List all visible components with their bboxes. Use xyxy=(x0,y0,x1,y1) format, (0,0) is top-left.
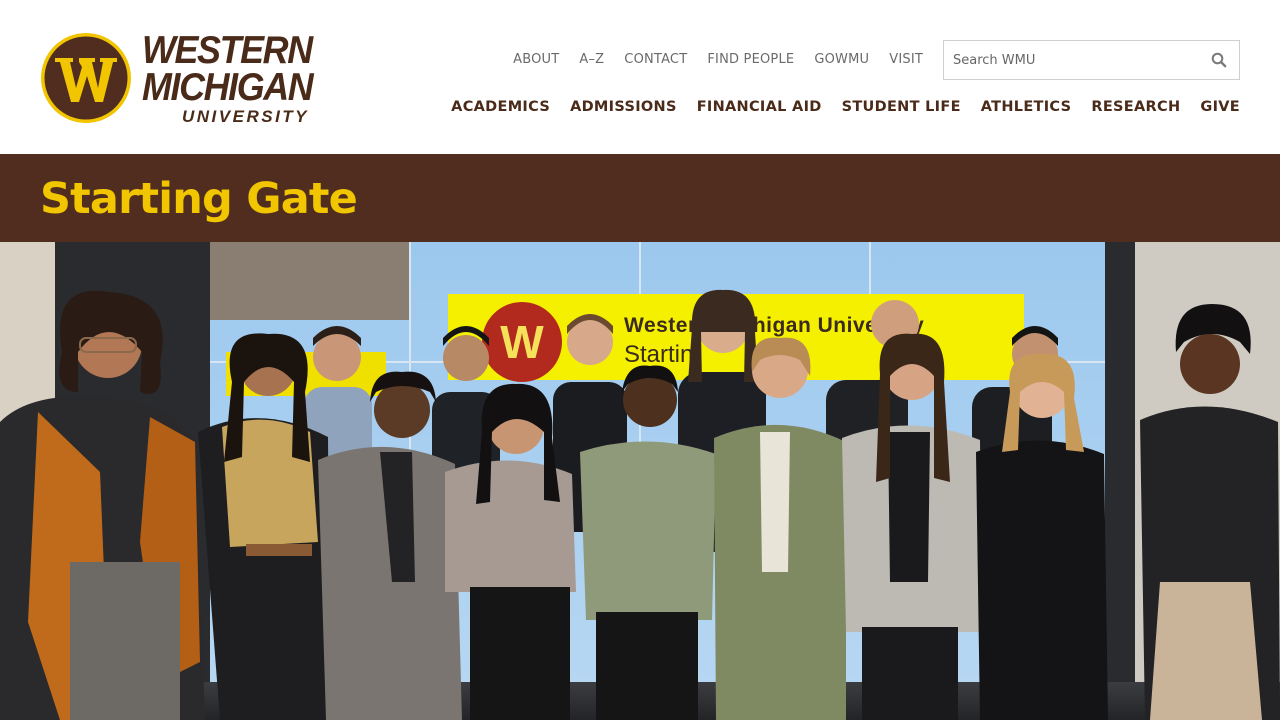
main-nav-research[interactable]: RESEARCH xyxy=(1091,98,1180,116)
screen-seal-letter: W xyxy=(500,316,544,368)
main-nav: ACADEMICS ADMISSIONS FINANCIAL AID STUDE… xyxy=(431,98,1240,116)
main-nav-financial-aid[interactable]: FINANCIAL AID xyxy=(697,98,822,116)
main-nav-student-life[interactable]: STUDENT LIFE xyxy=(842,98,961,116)
search-input[interactable] xyxy=(944,41,1199,79)
utility-link-a-z[interactable]: A–Z xyxy=(579,52,604,68)
utility-link-contact[interactable]: CONTACT xyxy=(624,52,687,68)
main-nav-admissions[interactable]: ADMISSIONS xyxy=(570,98,677,116)
main-nav-athletics[interactable]: ATHLETICS xyxy=(981,98,1072,116)
site-header: Western Michigan University ABOUT A–Z CO… xyxy=(0,0,1280,154)
wmu-logo-link[interactable]: Western Michigan University xyxy=(40,30,332,126)
main-nav-give[interactable]: GIVE xyxy=(1200,98,1240,116)
utility-link-find-people[interactable]: FIND PEOPLE xyxy=(707,52,794,68)
screen-text-starting: Startin xyxy=(624,341,693,368)
utility-link-about[interactable]: ABOUT xyxy=(513,52,559,68)
group-photo-illustration: W Western Michigan University Startin xyxy=(0,242,1280,720)
wordmark-university: University xyxy=(182,107,310,126)
search-form xyxy=(943,40,1240,80)
page-title: Starting Gate xyxy=(40,174,358,224)
utility-nav: ABOUT A–Z CONTACT FIND PEOPLE GOWMU VISI… xyxy=(493,52,923,68)
hero-group-photo: W Western Michigan University Startin xyxy=(0,242,1280,720)
utility-link-gowmu[interactable]: GOWMU xyxy=(814,52,869,68)
wordmark-western: Western xyxy=(142,29,313,72)
search-button[interactable] xyxy=(1199,41,1239,79)
main-nav-academics[interactable]: ACADEMICS xyxy=(451,98,550,116)
utility-link-visit[interactable]: VISIT xyxy=(889,52,923,68)
wordmark-michigan: Michigan xyxy=(142,66,314,109)
wmu-seal-icon xyxy=(41,33,131,123)
search-icon xyxy=(1211,52,1227,68)
wmu-wordmark: Western Michigan University xyxy=(142,31,327,125)
